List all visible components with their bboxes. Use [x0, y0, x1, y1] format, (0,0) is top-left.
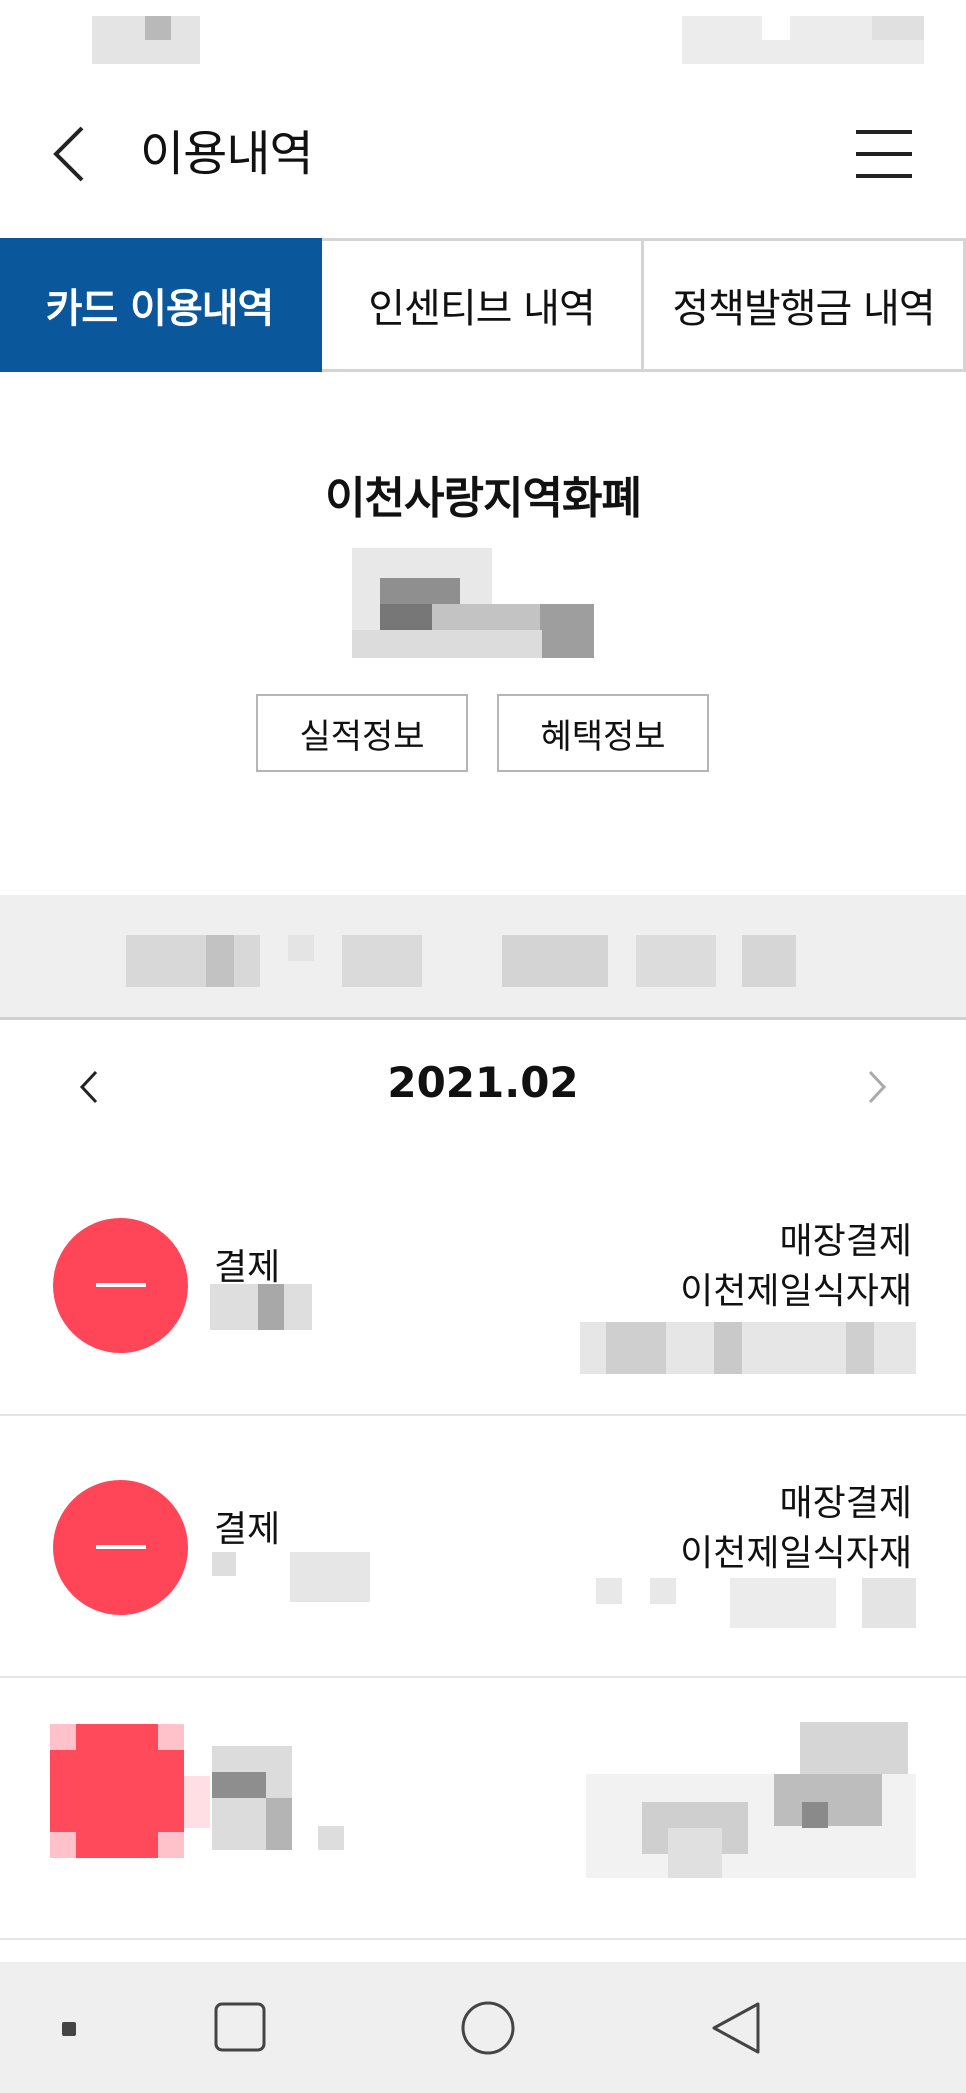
usage-summary [0, 895, 966, 1020]
tab-incentive[interactable]: 인센티브 내역 [322, 238, 644, 372]
tab-card-usage[interactable]: 카드 이용내역 [0, 238, 322, 372]
benefit-info-button[interactable]: 혜택정보 [497, 694, 709, 772]
next-month-button[interactable] [856, 1062, 896, 1112]
back-triangle-icon[interactable] [710, 2000, 762, 2056]
transaction-row[interactable]: 결제 매장결제 이천제일식자재 [0, 1152, 966, 1416]
payment-badge [53, 1218, 188, 1353]
payment-badge [53, 1480, 188, 1615]
payment-method: 매장결제 [779, 1483, 912, 1524]
transaction-row[interactable] [0, 1676, 966, 1940]
home-icon[interactable] [460, 2000, 516, 2056]
system-nav-bar [0, 1962, 966, 2093]
page-title: 이용내역 [140, 126, 314, 182]
minus-icon [96, 1545, 146, 1549]
chevron-left-icon[interactable] [48, 124, 92, 184]
hamburger-menu-icon[interactable] [856, 130, 912, 178]
tab-policy-funds[interactable]: 정책발행금 내역 [644, 238, 966, 372]
current-month: 2021.02 [387, 1058, 579, 1107]
payment-method: 매장결제 [779, 1221, 912, 1262]
nav-dot-icon [62, 2022, 76, 2036]
status-bar [0, 0, 966, 72]
recent-apps-icon[interactable] [214, 2002, 266, 2052]
transaction-row[interactable]: 결제 매장결제 이천제일식자재 [0, 1414, 966, 1678]
card-name: 이천사랑지역화폐 [325, 473, 642, 524]
card-number-redacted [352, 548, 594, 658]
transaction-type: 결제 [214, 1509, 281, 1550]
transaction-type: 결제 [214, 1247, 281, 1288]
tab-bar: 카드 이용내역 인센티브 내역 정책발행금 내역 [0, 238, 966, 372]
merchant-name: 이천제일식자재 [680, 1271, 912, 1312]
performance-info-button[interactable]: 실적정보 [256, 694, 468, 772]
minus-icon [96, 1283, 146, 1287]
merchant-name: 이천제일식자재 [680, 1533, 912, 1574]
app-header: 이용내역 [0, 72, 966, 237]
